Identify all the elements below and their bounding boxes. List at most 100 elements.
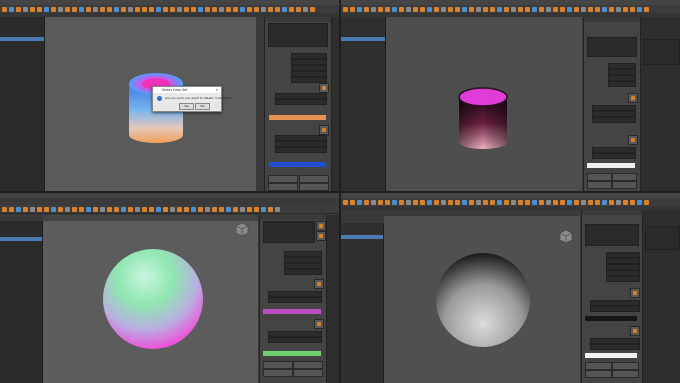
tool-icon[interactable] <box>553 6 558 12</box>
tool-icon[interactable] <box>254 6 259 12</box>
tool-icon[interactable] <box>303 6 308 12</box>
color-swatch[interactable] <box>269 162 326 167</box>
tool-icon[interactable] <box>385 6 390 12</box>
tool-icon[interactable] <box>23 206 28 212</box>
tool-icon[interactable] <box>560 199 565 205</box>
option-field[interactable] <box>284 269 322 275</box>
tool-icon[interactable] <box>79 206 84 212</box>
tool-icon[interactable] <box>609 199 614 205</box>
action-button[interactable] <box>263 361 293 369</box>
tool-icon[interactable] <box>128 206 133 212</box>
tool-icon[interactable] <box>539 6 544 12</box>
tool-icon[interactable] <box>30 6 35 12</box>
tool-icon[interactable] <box>261 6 266 12</box>
tool-icon[interactable] <box>177 206 182 212</box>
pick-color-button[interactable] <box>319 125 329 135</box>
tool-icon[interactable] <box>128 6 133 12</box>
tool-icon[interactable] <box>350 6 355 12</box>
tool-icon[interactable] <box>135 6 140 12</box>
tool-icon[interactable] <box>65 6 70 12</box>
viewport[interactable] <box>384 216 580 383</box>
action-button[interactable] <box>293 361 323 369</box>
tool-icon[interactable] <box>100 6 105 12</box>
tool-icon[interactable] <box>567 199 572 205</box>
tool-icon[interactable] <box>490 199 495 205</box>
tool-icon[interactable] <box>2 6 7 12</box>
tool-icon[interactable] <box>581 199 586 205</box>
add-color-set-button[interactable] <box>316 221 326 231</box>
tool-icon[interactable] <box>553 199 558 205</box>
tool-icon[interactable] <box>30 206 35 212</box>
tool-icon[interactable] <box>469 199 474 205</box>
viewport[interactable] <box>386 17 582 191</box>
tool-icon[interactable] <box>282 6 287 12</box>
color-set-list[interactable] <box>587 37 637 57</box>
tool-icon[interactable] <box>623 6 628 12</box>
tool-icon[interactable] <box>637 6 642 12</box>
slider-field[interactable] <box>592 117 636 123</box>
tool-icon[interactable] <box>483 6 488 12</box>
tool-icon[interactable] <box>581 6 586 12</box>
tool-icon[interactable] <box>399 6 404 12</box>
action-button[interactable] <box>293 369 323 377</box>
tool-icon[interactable] <box>212 6 217 12</box>
tool-icon[interactable] <box>525 6 530 12</box>
tool-icon[interactable] <box>191 6 196 12</box>
tool-icon[interactable] <box>65 206 70 212</box>
tool-icon[interactable] <box>289 6 294 12</box>
tool-icon[interactable] <box>9 6 14 12</box>
pick-color-button[interactable] <box>630 326 640 336</box>
action-button[interactable] <box>612 370 639 378</box>
tool-icon[interactable] <box>170 206 175 212</box>
tool-icon[interactable] <box>275 6 280 12</box>
outliner-row[interactable] <box>341 41 385 45</box>
pick-color-button[interactable] <box>314 279 324 289</box>
tool-icon[interactable] <box>37 206 42 212</box>
tool-icon[interactable] <box>219 206 224 212</box>
pick-color-button[interactable] <box>319 83 329 93</box>
tool-icon[interactable] <box>420 199 425 205</box>
tool-icon[interactable] <box>23 6 28 12</box>
tool-icon[interactable] <box>310 6 315 12</box>
tool-icon[interactable] <box>427 199 432 205</box>
action-button[interactable] <box>612 181 637 189</box>
tool-icon[interactable] <box>142 206 147 212</box>
tool-icon[interactable] <box>525 199 530 205</box>
tool-icon[interactable] <box>630 6 635 12</box>
tool-icon[interactable] <box>261 206 266 212</box>
tool-icon[interactable] <box>198 206 203 212</box>
tool-icon[interactable] <box>406 6 411 12</box>
tool-icon[interactable] <box>184 6 189 12</box>
tool-icon[interactable] <box>504 6 509 12</box>
slider-field[interactable] <box>275 147 327 153</box>
action-button[interactable] <box>585 362 612 370</box>
tool-icon[interactable] <box>455 6 460 12</box>
tool-icon[interactable] <box>107 206 112 212</box>
action-button[interactable] <box>585 370 612 378</box>
tool-icon[interactable] <box>595 199 600 205</box>
outliner-row[interactable] <box>341 243 383 247</box>
tool-icon[interactable] <box>149 206 154 212</box>
color-swatch[interactable] <box>263 309 321 314</box>
tool-icon[interactable] <box>378 199 383 205</box>
tool-icon[interactable] <box>490 6 495 12</box>
color-swatch[interactable] <box>585 353 637 358</box>
outliner-row[interactable] <box>0 245 42 249</box>
color-set-list[interactable] <box>263 221 315 243</box>
tool-icon[interactable] <box>539 199 544 205</box>
tool-icon[interactable] <box>546 199 551 205</box>
tool-icon[interactable] <box>399 199 404 205</box>
tool-icon[interactable] <box>574 6 579 12</box>
action-button[interactable] <box>299 175 329 183</box>
tool-icon[interactable] <box>163 6 168 12</box>
tool-icon[interactable] <box>630 199 635 205</box>
action-button[interactable] <box>299 183 329 191</box>
tool-icon[interactable] <box>420 6 425 12</box>
tool-icon[interactable] <box>497 6 502 12</box>
tool-icon[interactable] <box>455 199 460 205</box>
tool-icon[interactable] <box>86 206 91 212</box>
tool-icon[interactable] <box>142 6 147 12</box>
tool-icon[interactable] <box>343 199 348 205</box>
tool-icon[interactable] <box>72 206 77 212</box>
slider-field[interactable] <box>268 337 322 343</box>
